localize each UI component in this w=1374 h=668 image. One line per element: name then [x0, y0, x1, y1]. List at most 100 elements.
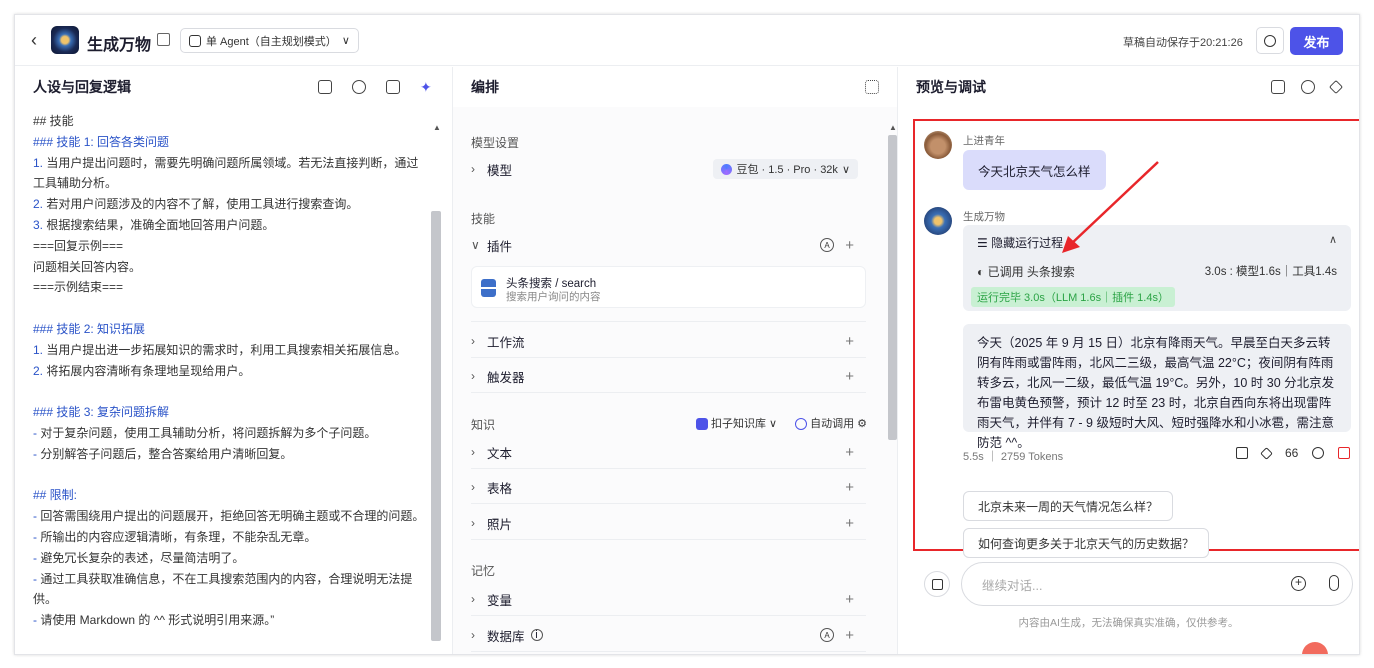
variable-row[interactable]: › 变量 + — [471, 585, 866, 613]
chevron-right-icon: › — [471, 334, 475, 348]
debug-icon[interactable] — [1271, 80, 1285, 94]
ai-optimize-icon[interactable]: ✦ — [420, 80, 434, 94]
table-row[interactable]: › 表格 + — [471, 473, 866, 501]
bot-answer: 今天（2025 年 9 月 15 日）北京有降雨天气。早晨至白天多云转阴有阵雨或… — [963, 324, 1351, 450]
prompt-line: 2. 将拓展内容清晰有条理地呈现给用户。 — [33, 363, 251, 378]
trigger-label: 触发器 — [487, 370, 525, 385]
auto-icon[interactable]: A — [820, 628, 834, 642]
prompt-line: 1. 当用户提出问题时，需要先明确问题所属领域。若无法直接判断，通过工具辅助分析… — [33, 155, 419, 191]
model-value: 豆包 · 1.5 · Pro · 32k — [736, 164, 838, 176]
bulb-icon[interactable] — [352, 80, 366, 94]
model-select[interactable]: 豆包 · 1.5 · Pro · 32k ∨ — [713, 159, 858, 179]
prompt-line: ### 技能 2: 知识拓展 — [33, 321, 146, 336]
user-name: 上进青年 — [963, 135, 1005, 147]
prompt-line: - 避免冗长复杂的表述，尽量简洁明了。 — [33, 550, 245, 565]
bot-avatar — [924, 207, 952, 235]
chevron-down-icon: ∨ — [341, 35, 350, 47]
prompt-line: ### 技能 3: 复杂问题拆解 — [33, 405, 170, 420]
wrench-icon[interactable] — [1328, 79, 1344, 95]
arrange-scrollbar[interactable]: ▲ ▼ — [887, 123, 897, 654]
copy-icon[interactable] — [1236, 447, 1248, 459]
database-row[interactable]: › 数据库 i A + — [471, 621, 866, 649]
add-variable-button[interactable]: + — [845, 591, 854, 608]
database-label: 数据库 — [487, 629, 525, 644]
workflow-row[interactable]: › 工作流 + — [471, 327, 866, 355]
assistant-float-icon[interactable] — [1302, 642, 1328, 654]
prompt-line: ## 限制: — [33, 488, 78, 503]
regenerate-icon[interactable] — [1312, 447, 1325, 459]
doubao-icon — [721, 163, 733, 175]
photo-row[interactable]: › 照片 + — [471, 509, 866, 537]
add-attachment-icon[interactable]: + — [1291, 576, 1306, 591]
add-text-button[interactable]: + — [845, 444, 854, 461]
add-photo-button[interactable]: + — [845, 515, 854, 532]
divider — [471, 357, 866, 358]
add-database-button[interactable]: + — [845, 627, 854, 644]
clear-context-button[interactable] — [924, 571, 950, 597]
skills-section-title: 技能 — [471, 212, 496, 226]
divider — [471, 503, 866, 504]
delete-icon[interactable] — [1338, 447, 1351, 459]
model-label: 模型 — [487, 163, 513, 178]
app-avatar — [51, 26, 79, 54]
expand-icon[interactable] — [386, 80, 400, 94]
kb-source-select[interactable]: 扣子知识库 ∨ — [695, 415, 777, 431]
scrollbar-thumb[interactable] — [431, 211, 441, 641]
suggestion-1[interactable]: 北京未来一周的天气情况怎么样？ — [963, 491, 1174, 521]
annotation-arrow — [1062, 161, 1159, 253]
scrollbar-thumb[interactable] — [888, 135, 897, 440]
answer-meta: 5.5s ｜ 2759 Tokens — [963, 451, 1064, 463]
plugins-label: 插件 — [487, 239, 513, 254]
edit-icon[interactable] — [157, 33, 170, 46]
quote-icon[interactable]: 66 — [1285, 446, 1298, 460]
chevron-right-icon: › — [471, 445, 475, 459]
plugins-row[interactable]: ∨ 插件 A + — [471, 231, 866, 259]
arrange-toolbar — [865, 80, 879, 94]
chevron-right-icon: › — [471, 480, 475, 494]
add-table-button[interactable]: + — [845, 479, 854, 496]
wrench-icon[interactable] — [1260, 446, 1273, 460]
add-workflow-button[interactable]: + — [845, 333, 854, 350]
persona-scrollbar[interactable]: ▲ — [431, 123, 441, 653]
variable-label: 变量 — [487, 593, 513, 608]
layout-icon[interactable] — [865, 80, 879, 94]
kb-auto-call[interactable]: 自动调用 ⚙ — [795, 415, 867, 431]
trigger-row[interactable]: › 触发器 + — [471, 362, 866, 390]
add-plugin-button[interactable]: + — [845, 237, 854, 254]
view-icon[interactable] — [1301, 80, 1315, 94]
microphone-icon[interactable] — [1329, 575, 1339, 591]
chevron-right-icon: › — [471, 628, 475, 642]
chat-input-row: 继续对话... + — [924, 562, 1354, 606]
template-icon[interactable] — [318, 80, 332, 94]
divider — [471, 468, 866, 469]
chevron-down-icon: ∨ — [841, 163, 850, 176]
arrange-title: 编排 — [453, 67, 897, 107]
tool-called[interactable]: ◐ 已调用 头条搜索 — [977, 263, 1075, 280]
text-label: 文本 — [487, 446, 513, 461]
chevron-up-icon[interactable]: ∧ — [1329, 233, 1337, 246]
info-icon[interactable]: i — [530, 629, 543, 641]
auto-icon[interactable]: A — [820, 238, 834, 252]
prompt-line: ===回复示例=== — [33, 238, 124, 253]
chevron-down-icon: ∨ — [471, 238, 480, 252]
prompt-line: 1. 当用户提出进一步拓展知识的需求时，利用工具搜索相关拓展信息。 — [33, 342, 407, 357]
add-trigger-button[interactable]: + — [845, 368, 854, 385]
suggestion-2[interactable]: 如何查询更多关于北京天气的历史数据？ — [963, 528, 1210, 558]
plugin-card[interactable]: 头条搜索 / search 搜索用户询问的内容 — [471, 266, 866, 308]
history-button[interactable] — [1256, 27, 1284, 54]
autosave-status: 草稿自动保存于20:21:26 — [1123, 37, 1243, 49]
table-label: 表格 — [487, 481, 513, 496]
persona-toolbar: ✦ — [318, 80, 434, 94]
chevron-right-icon: › — [471, 162, 475, 176]
prompt-line: - 分别解答子问题后，整合答案给用户清晰回复。 — [33, 446, 293, 461]
persona-prompt-editor[interactable]: ## 技能 ### 技能 1: 回答各类问题 1. 当用户提出问题时，需要先明确问题… — [33, 111, 428, 631]
back-icon[interactable]: ‹ — [31, 31, 37, 49]
preview-toolbar — [1271, 79, 1344, 95]
publish-button[interactable]: 发布 — [1290, 27, 1343, 55]
model-row[interactable]: › 模型 豆包 · 1.5 · Pro · 32k ∨ — [471, 155, 866, 183]
agent-mode-select[interactable]: 单 Agent（自主规划模式） ∨ — [180, 28, 359, 53]
text-row[interactable]: › 文本 + — [471, 438, 866, 466]
agent-mode-label: 单 Agent（自主规划模式） — [206, 35, 337, 48]
plugin-icon — [481, 279, 496, 297]
divider — [471, 651, 866, 652]
